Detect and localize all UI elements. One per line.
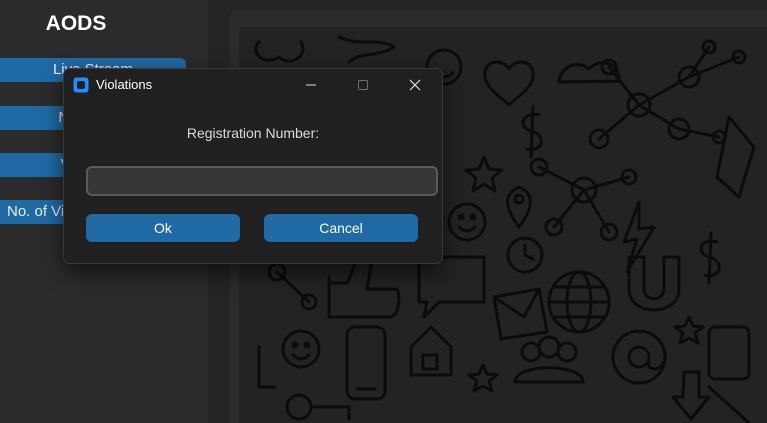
registration-number-label: Registration Number: — [186, 125, 320, 141]
registration-number-input[interactable] — [86, 166, 438, 196]
violations-dialog: Violations Registration Number: Ok Cance… — [63, 68, 443, 264]
ok-button[interactable]: Ok — [86, 214, 240, 242]
app-icon — [73, 77, 89, 93]
maximize-button[interactable] — [340, 69, 386, 101]
close-button[interactable] — [392, 69, 438, 101]
dialog-title: Violations — [96, 77, 153, 92]
network-doodle — [588, 39, 747, 150]
maximize-icon — [358, 80, 368, 90]
app-title: AODS — [45, 12, 107, 35]
minimize-button[interactable] — [288, 69, 334, 101]
close-icon — [409, 79, 421, 91]
dialog-titlebar[interactable]: Violations — [64, 69, 442, 101]
cancel-button[interactable]: Cancel — [264, 214, 418, 242]
minimize-icon — [306, 84, 316, 86]
network-doodle-2 — [529, 157, 638, 242]
